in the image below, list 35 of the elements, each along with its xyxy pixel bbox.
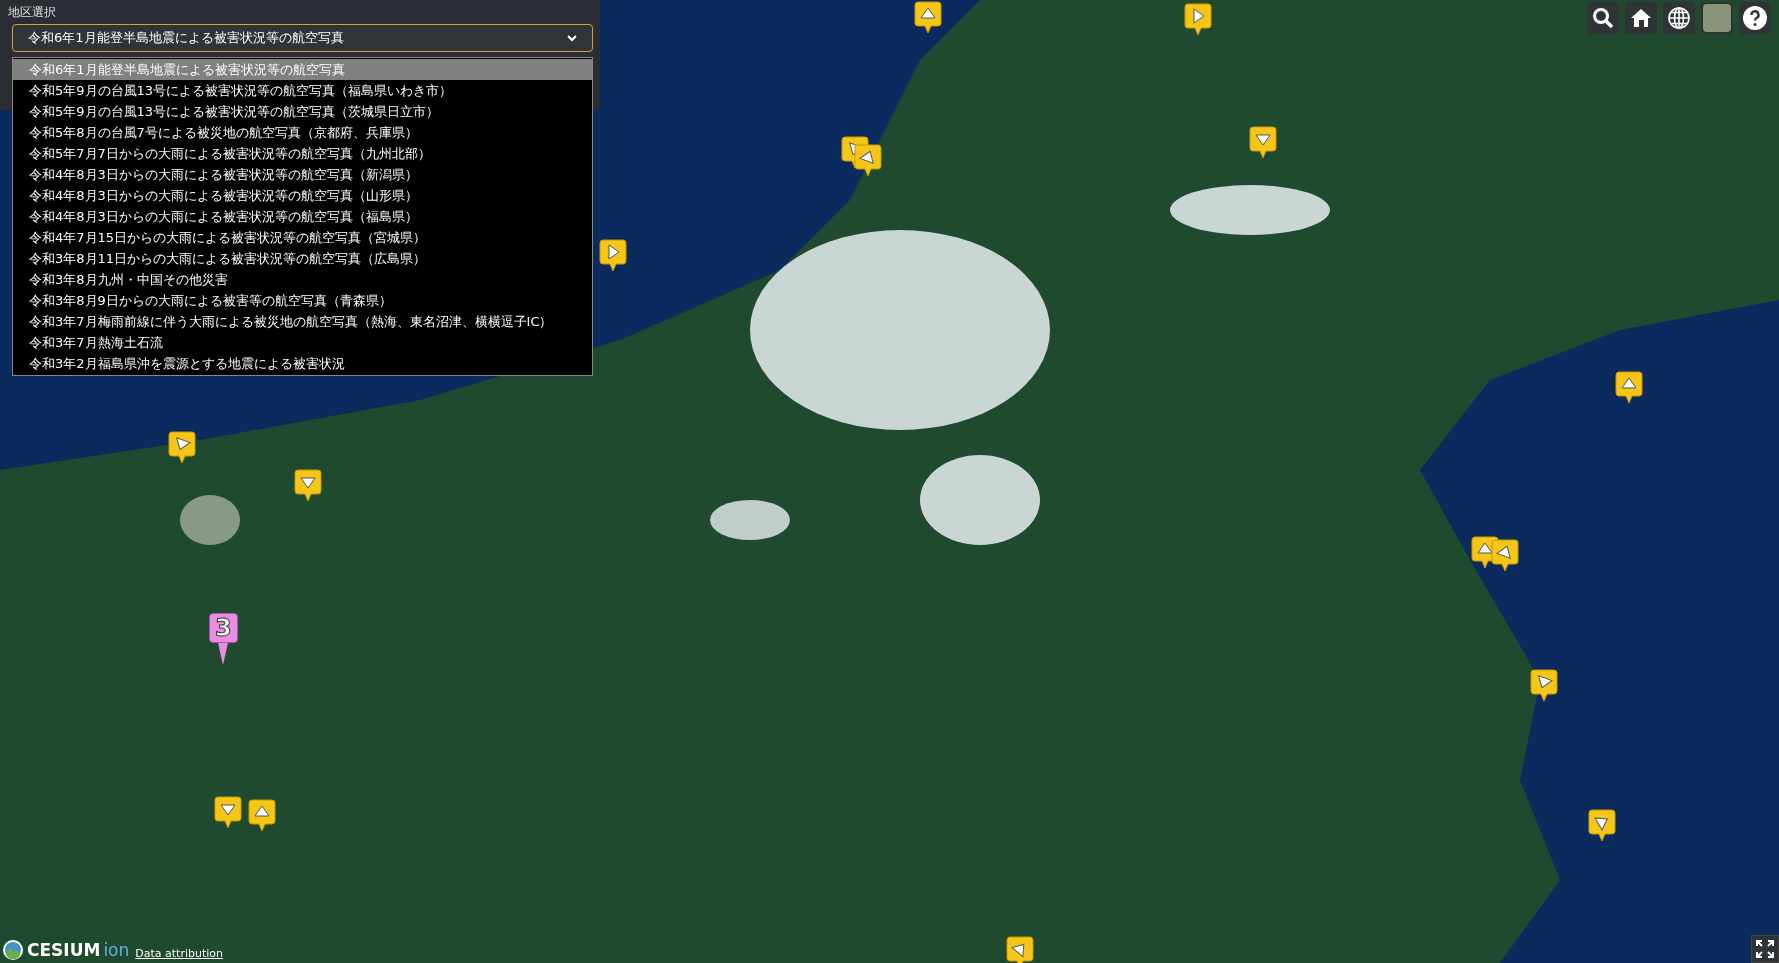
map-marker-icon[interactable]	[853, 143, 883, 177]
region-select[interactable]: 令和6年1月能登半島地震による被害状況等の航空写真	[12, 24, 593, 52]
data-attribution-link[interactable]: Data attribution	[135, 947, 224, 961]
globe-button[interactable]	[1663, 2, 1695, 34]
help-icon	[1742, 5, 1768, 31]
map-marker-icon[interactable]	[1183, 2, 1213, 36]
map-marker-icon[interactable]	[293, 468, 323, 502]
chevron-down-icon	[567, 34, 577, 42]
map-marker-icon[interactable]	[1587, 808, 1617, 842]
map-marker-icon[interactable]	[598, 238, 628, 272]
region-label: 地区選択	[7, 4, 57, 21]
fullscreen-button[interactable]	[1751, 935, 1779, 963]
map-marker-icon[interactable]	[1490, 538, 1520, 572]
map-marker-icon[interactable]	[1005, 935, 1035, 963]
imagery-thumbnail	[1703, 4, 1731, 32]
home-icon	[1630, 7, 1652, 29]
globe-icon	[1667, 6, 1691, 30]
search-icon	[1592, 7, 1614, 29]
map-marker-icon[interactable]	[167, 430, 197, 464]
help-button[interactable]	[1739, 2, 1771, 34]
map-marker-icon[interactable]	[247, 798, 277, 832]
cesium-logo-icon	[2, 939, 24, 961]
home-button[interactable]	[1625, 2, 1657, 34]
map-marker-icon[interactable]	[1248, 125, 1278, 159]
map-marker-icon[interactable]	[913, 0, 943, 34]
map-marker-icon[interactable]	[1529, 668, 1559, 702]
imagery-layer-button[interactable]	[1701, 2, 1733, 34]
search-button[interactable]	[1587, 2, 1619, 34]
logo-text: CESIUM	[27, 940, 101, 960]
logo-suffix: ion	[103, 940, 130, 960]
dropdown-option[interactable]: 令和6年1月能登半島地震による被害状況等の航空写真	[13, 59, 592, 80]
map-marker-icon[interactable]	[1614, 370, 1644, 404]
map-marker-icon[interactable]	[213, 795, 243, 829]
cluster-count: 3	[209, 613, 238, 643]
fullscreen-icon	[1755, 939, 1775, 959]
